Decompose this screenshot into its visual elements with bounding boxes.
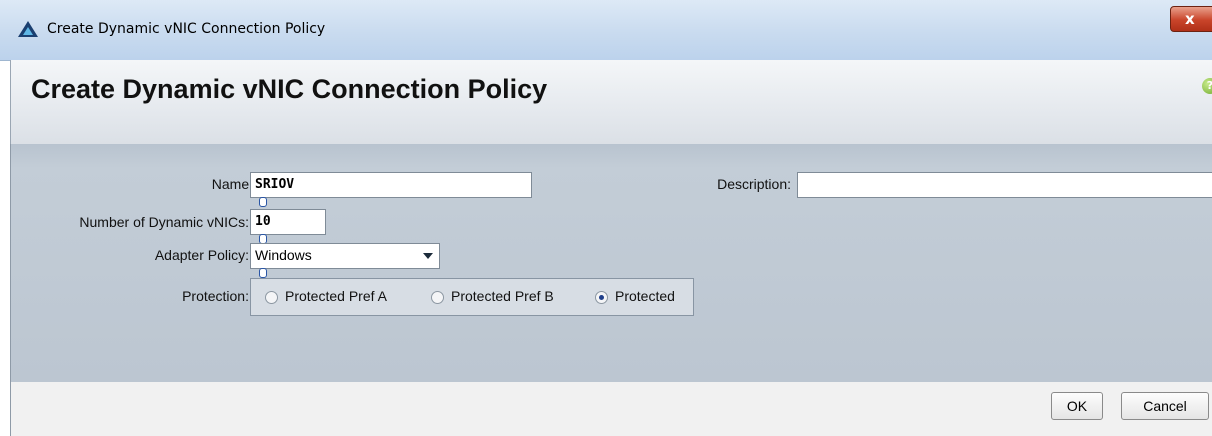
field-anchor-marker [259,268,267,278]
dialog-footer: OK Cancel [10,382,1212,436]
adapter-policy-select[interactable]: Windows [250,243,440,269]
field-anchor-marker [259,197,267,207]
protected-pref-b-label[interactable]: Protected Pref B [451,288,554,304]
window-title-bar: Create Dynamic vNIC Connection Policy x [0,0,1212,61]
protected-pref-b-radio[interactable] [431,291,444,304]
ok-button[interactable]: OK [1051,392,1103,420]
protected-radio[interactable] [595,291,608,304]
form-panel: Name: SRIOV Description: Number of Dynam… [10,144,1212,383]
page-title: Create Dynamic vNIC Connection Policy [31,74,548,104]
adapter-policy-value: Windows [255,247,312,263]
app-logo-icon [18,21,38,37]
description-label: Description: [717,176,791,192]
chevron-down-icon[interactable] [423,253,433,259]
protected-pref-a-radio[interactable] [265,291,278,304]
dialog-header: Create Dynamic vNIC Connection Policy ? [10,60,1212,144]
window-title: Create Dynamic vNIC Connection Policy [47,21,326,37]
protection-label: Protection: [182,288,249,304]
cancel-button[interactable]: Cancel [1121,392,1209,420]
name-input[interactable]: SRIOV [250,172,532,198]
name-label: Name: [211,176,253,192]
protected-label[interactable]: Protected [615,288,675,304]
dynamic-vnics-label: Number of Dynamic vNICs: [79,214,249,230]
protected-pref-a-label[interactable]: Protected Pref A [285,288,387,304]
adapter-policy-label: Adapter Policy: [154,247,249,263]
close-window-button[interactable]: x [1170,6,1212,32]
help-icon[interactable]: ? [1202,78,1212,94]
dynamic-vnics-input[interactable]: 10 [250,209,326,235]
description-input[interactable] [797,172,1212,198]
protection-radio-group: Protected Pref A Protected Pref B Protec… [250,278,694,316]
